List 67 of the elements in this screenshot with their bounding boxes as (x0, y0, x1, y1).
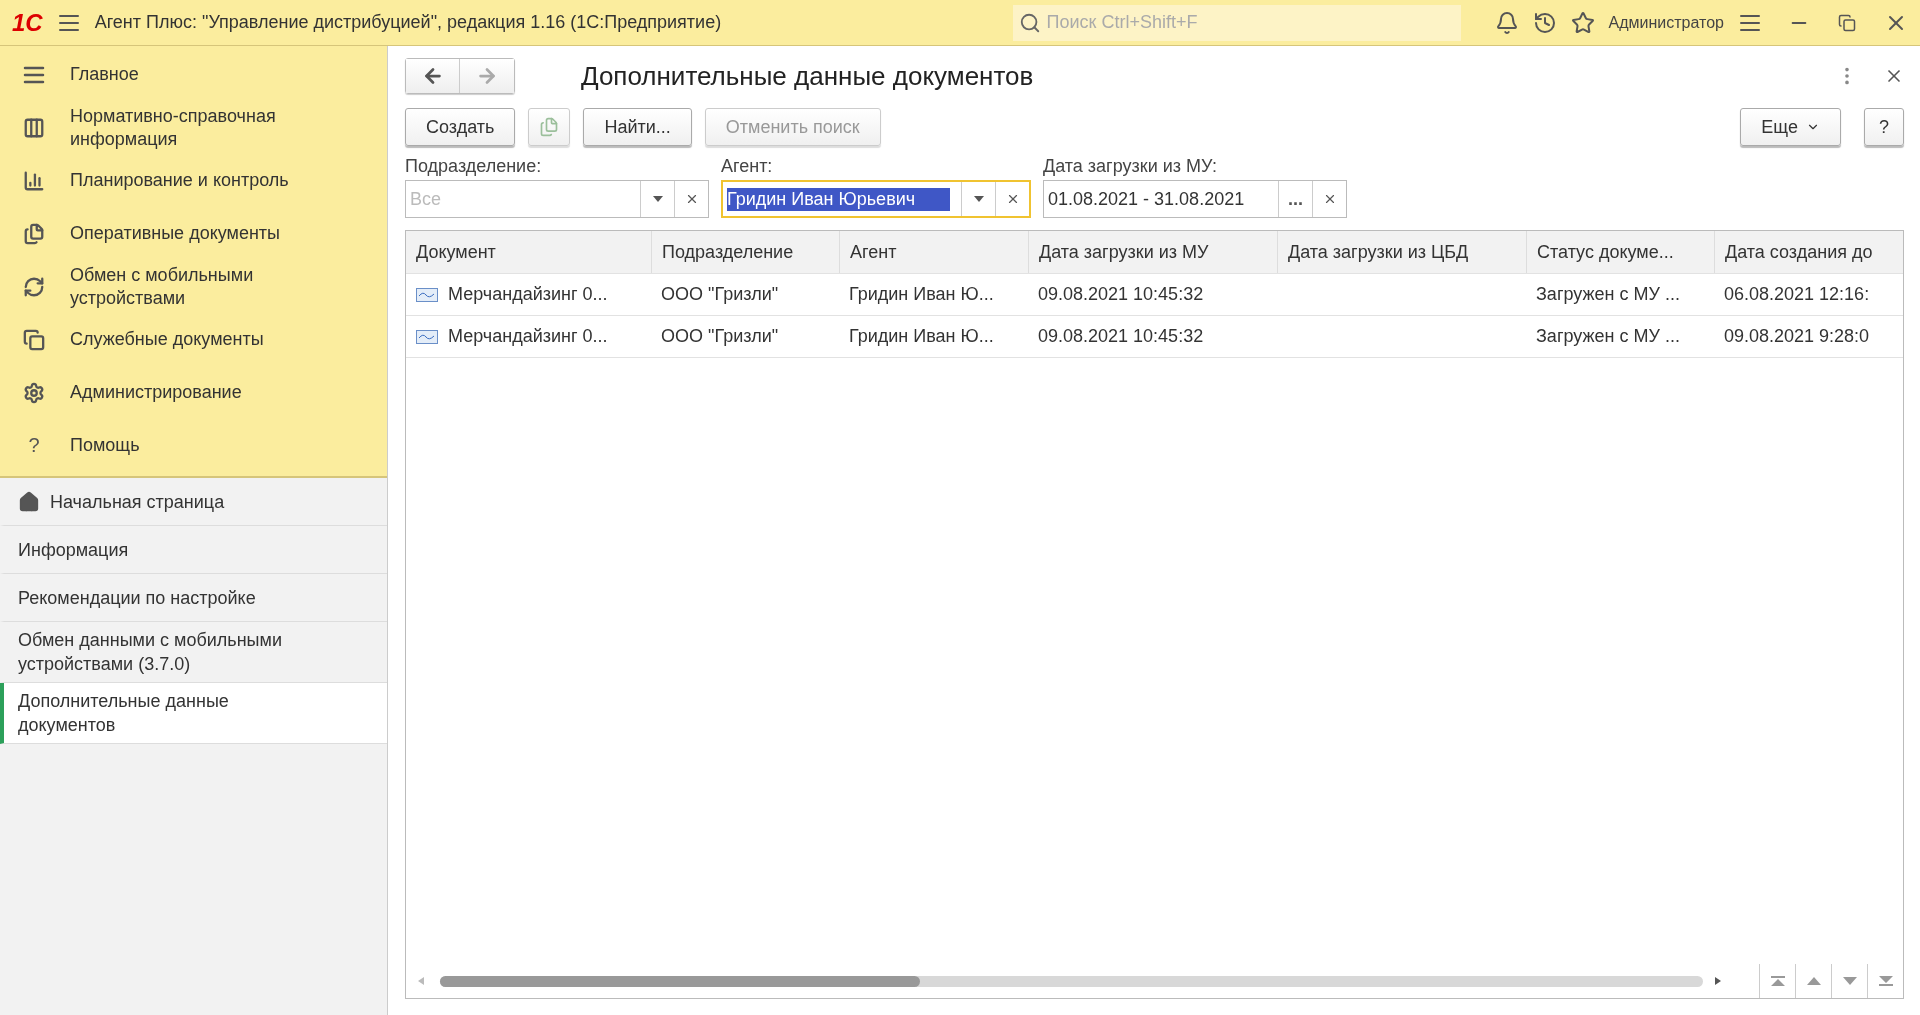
table-cell: Мерчандайзинг 0... (406, 274, 651, 315)
user-name[interactable]: Администратор (1608, 13, 1724, 32)
document-add-icon (539, 117, 560, 137)
bell-icon[interactable] (1494, 10, 1519, 35)
column-header[interactable]: Подразделение (651, 231, 839, 273)
table-cell-text: 09.08.2021 10:45:32 (1037, 283, 1205, 306)
sync-icon (23, 275, 45, 298)
home-icon (18, 490, 40, 513)
filter-label: Подразделение: (405, 156, 543, 177)
filter-field[interactable]: 01.08.2021 - 31.08.2021 ... (1043, 180, 1347, 218)
table-cell-text: ООО "Гризли" (660, 325, 780, 348)
table-cell-text: Гридин Иван Ю... (848, 283, 995, 306)
top-icon (1770, 976, 1785, 986)
history-icon[interactable] (1532, 10, 1557, 35)
table-cell-text: Загружен с МУ ... (1535, 325, 1681, 348)
table-cell-text: Загружен с МУ ... (1535, 283, 1681, 306)
documents-icon (23, 222, 45, 245)
toolbar-button[interactable]: Создать (405, 108, 516, 146)
window-title: Агент Плюс: "Управление дистрибуцией", редакция 1.16 (1С:Предприятие) (94, 12, 723, 33)
table-cell-text: 09.08.2021 9:28:0 (1723, 325, 1871, 348)
table-cell-text: Гридин Иван Ю... (848, 325, 995, 348)
help-icon: ? (28, 434, 40, 457)
section-item[interactable]: Служебные документы (0, 313, 387, 366)
column-header[interactable]: Статус докуме... (1526, 231, 1714, 273)
up-icon (1806, 977, 1821, 985)
open-page-item[interactable]: Дополнительные данные документов (0, 683, 387, 744)
help-button[interactable]: ? (1864, 108, 1904, 146)
settings-icon (23, 381, 45, 404)
filter-field[interactable]: Гридин Иван Юрьевич (721, 180, 1031, 218)
more-button[interactable]: Еще (1740, 108, 1841, 146)
document-icon (416, 287, 438, 302)
section-item[interactable]: Главное (0, 48, 387, 101)
scroll-right-icon[interactable] (1715, 977, 1723, 985)
filter-label: Дата загрузки из МУ: (1043, 156, 1219, 177)
table-cell: Мерчандайзинг 0... (406, 316, 651, 357)
table-cell-text: ООО "Гризли" (660, 283, 780, 306)
horizontal-scrollbar[interactable] (440, 975, 1703, 987)
toolbar-button[interactable]: Найти... (583, 108, 692, 146)
logo: 1С (12, 8, 43, 37)
column-header[interactable]: Документ (406, 231, 651, 273)
search-icon (1018, 11, 1041, 34)
section-item[interactable]: Нормативно-справочная информация (0, 101, 387, 154)
bottom-icon (1878, 976, 1893, 986)
section-item[interactable]: Администрирование (0, 366, 387, 419)
bar-chart-icon (23, 169, 45, 192)
column-header[interactable]: Дата создания до (1714, 231, 1903, 273)
dropdown-icon (973, 196, 984, 202)
section-item[interactable]: Обмен с мобильными устройствами (0, 260, 387, 313)
column-header[interactable]: Дата загрузки из МУ (1028, 231, 1277, 273)
forward-arrow-icon (476, 65, 498, 87)
columns-icon (23, 116, 45, 139)
table-cell-text: 06.08.2021 12:16: (1723, 283, 1871, 306)
filter-label: Агент: (721, 156, 774, 177)
restore-icon[interactable] (1838, 13, 1856, 32)
column-header[interactable]: Дата загрузки из ЦБД (1277, 231, 1526, 273)
down-icon (1842, 977, 1857, 985)
column-header[interactable]: Агент (839, 231, 1028, 273)
section-item[interactable]: Оперативные документы (0, 207, 387, 260)
table-cell-text: 09.08.2021 10:45:32 (1037, 325, 1205, 348)
documents-icon (23, 328, 45, 351)
back-button[interactable] (406, 59, 460, 93)
section-item[interactable]: Планирование и контроль (0, 154, 387, 207)
star-icon[interactable] (1570, 10, 1595, 35)
dropdown-icon (652, 196, 663, 202)
document-icon (416, 329, 438, 344)
form-title: Дополнительные данные документов (581, 60, 1035, 92)
section-item[interactable]: ? Помощь (0, 419, 387, 472)
